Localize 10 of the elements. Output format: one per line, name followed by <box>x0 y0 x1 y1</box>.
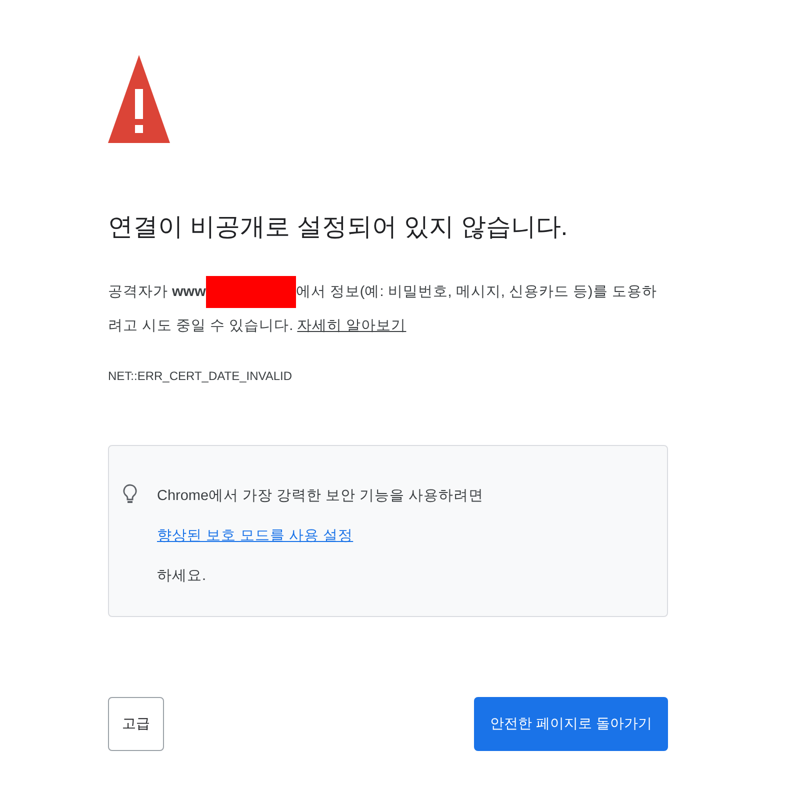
advanced-button[interactable]: 고급 <box>108 697 164 751</box>
page-title: 연결이 비공개로 설정되어 있지 않습니다. <box>108 212 569 243</box>
error-code: NET::ERR_CERT_DATE_INVALID <box>108 369 294 383</box>
lightbulb-icon <box>123 484 137 506</box>
enhanced-protection-link[interactable]: 향상된 보호 모드를 사용 설정 <box>157 528 354 544</box>
warning-message: 공격자가 www 에서 정보(예: 비밀번호, 메시지, 신용카드 등)를 도용하려고 시도 중일 수 있습니다. 자세히 알아보기 <box>108 275 668 343</box>
warning-icon <box>108 55 170 143</box>
tip-text: Chrome에서 가장 강력한 보안 기능을 사용하려면 향상된 보호 모드를 사용 설정 하세요. <box>157 487 485 586</box>
back-to-safety-button[interactable]: 안전한 페이지로 돌아가기 <box>474 697 668 751</box>
learn-more-link[interactable]: 자세히 알아보기 <box>297 318 406 334</box>
